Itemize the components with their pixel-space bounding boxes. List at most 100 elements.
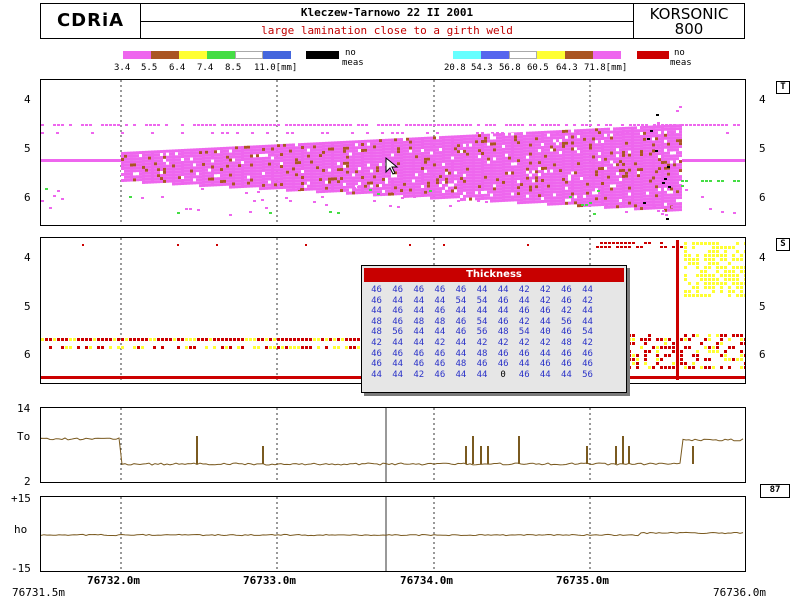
map-cell — [508, 144, 511, 148]
map-cell — [238, 158, 241, 162]
map-cell — [304, 151, 307, 155]
map-cell — [744, 266, 745, 269]
map-cell — [214, 147, 217, 151]
map-cell — [607, 169, 610, 173]
panel-t-toggle[interactable]: T — [776, 81, 790, 94]
map-cell — [597, 124, 600, 126]
map-cell — [704, 286, 707, 289]
map-cell — [740, 294, 743, 297]
map-cell — [541, 161, 544, 164]
map-cell — [355, 143, 358, 147]
map-cell — [478, 179, 481, 183]
map-cell — [586, 128, 589, 132]
map-cell — [595, 197, 598, 201]
map-cell — [163, 152, 166, 156]
map-cell — [708, 278, 711, 281]
map-cell — [388, 174, 391, 178]
map-cell — [310, 154, 313, 158]
map-cell — [427, 178, 430, 182]
map-cell — [523, 167, 526, 171]
map-cell — [244, 157, 247, 161]
map-cell — [253, 154, 256, 158]
map-cell — [631, 183, 634, 187]
panel-s-toggle[interactable]: S — [776, 238, 790, 251]
map-cell — [439, 157, 442, 161]
map-cell — [217, 338, 220, 341]
map-cell — [666, 218, 669, 220]
map-cell — [559, 148, 562, 152]
legend-tick: 56.8 — [499, 63, 521, 73]
thickness-cell: 44 — [413, 295, 425, 306]
map-cell — [529, 200, 532, 204]
map-cell — [520, 132, 523, 136]
map-cell — [211, 165, 214, 169]
map-cell — [652, 155, 655, 159]
map-cell — [466, 185, 469, 189]
map-cell — [283, 155, 286, 159]
thickness-popup[interactable]: Thickness 46 46 46 46 46 44 44 42 42 46 44 46 44 44 44… — [361, 265, 627, 393]
map-cell — [616, 166, 619, 170]
map-cell — [223, 176, 226, 180]
map-cell — [379, 190, 382, 194]
map-cell — [657, 122, 660, 124]
map-cell — [313, 148, 316, 152]
map-cell — [688, 346, 691, 349]
map-cell — [616, 199, 619, 203]
map-cell — [283, 185, 286, 189]
trace-panel-ho[interactable] — [40, 496, 746, 572]
map-cell — [448, 183, 451, 187]
map-cell — [205, 183, 208, 187]
map-cell — [445, 162, 448, 166]
map-cell — [673, 187, 676, 191]
map-cell — [631, 186, 634, 190]
map-cell — [283, 179, 286, 183]
map-cell — [346, 143, 349, 147]
legend-tick: 60.5 — [527, 63, 549, 73]
map-cell — [148, 180, 151, 184]
map-cell — [376, 163, 379, 167]
map-cell — [523, 155, 526, 159]
map-panel-t[interactable] — [40, 79, 746, 226]
map-cell — [661, 161, 664, 164]
map-cell — [316, 145, 319, 149]
map-cell — [664, 136, 667, 140]
map-cell — [137, 346, 140, 349]
map-cell — [493, 172, 496, 176]
map-cell — [571, 183, 574, 187]
map-cell — [403, 140, 406, 144]
map-cell — [382, 138, 385, 142]
map-cell — [225, 124, 228, 126]
map-cell — [605, 124, 608, 126]
map-cell — [637, 189, 640, 193]
thickness-cell: 46 — [434, 306, 446, 317]
map-cell — [178, 176, 181, 180]
map-cell — [577, 144, 580, 148]
map-cell — [559, 154, 562, 158]
map-cell — [661, 143, 664, 146]
map-cell — [247, 151, 250, 155]
map-cell — [49, 207, 52, 209]
map-cell — [166, 158, 169, 162]
map-cell — [97, 346, 100, 349]
map-cell — [379, 160, 382, 164]
map-cell — [265, 165, 268, 169]
map-cell — [133, 172, 136, 176]
map-cell — [385, 153, 388, 157]
map-cell — [583, 161, 586, 165]
map-cell — [664, 160, 667, 164]
map-cell — [532, 161, 535, 165]
map-cell — [454, 177, 457, 181]
map-cell — [538, 164, 541, 168]
map-cell — [273, 124, 276, 126]
map-cell — [259, 154, 262, 158]
map-cell — [466, 152, 469, 156]
map-cell — [274, 147, 277, 151]
map-cell — [346, 152, 349, 156]
map-cell — [646, 176, 649, 180]
map-cell — [466, 170, 469, 174]
map-cell — [656, 338, 659, 341]
trace-panel-to[interactable] — [40, 407, 746, 483]
map-cell — [595, 167, 598, 171]
map-cell — [740, 342, 743, 345]
map-cell — [574, 129, 577, 133]
